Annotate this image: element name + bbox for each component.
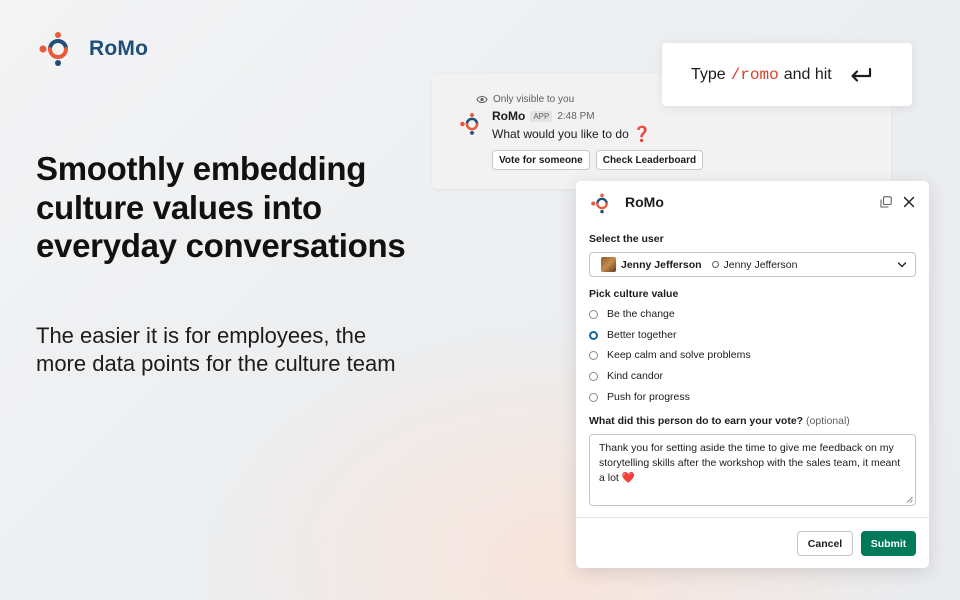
close-button[interactable] (901, 194, 917, 210)
user-select[interactable]: Jenny Jefferson Jenny Jefferson (589, 252, 916, 277)
radio-button[interactable] (589, 350, 598, 360)
radio-button-checked[interactable] (589, 330, 598, 340)
culture-value-label: Pick culture value (589, 288, 679, 300)
selected-user-display: Jenny Jefferson (723, 258, 798, 271)
message-sender[interactable]: RoMo (492, 109, 525, 123)
radio-button[interactable] (589, 392, 598, 402)
command-hint-card: Type /romo and hit (662, 43, 912, 106)
message-body: What would you like to do (492, 127, 629, 141)
selected-user-name: Jenny Jefferson (621, 258, 702, 271)
romo-logo-icon (39, 32, 68, 66)
culture-option-label: Keep calm and solve problems (607, 349, 751, 361)
question-mark-icon: ❓ (632, 126, 652, 143)
close-icon (903, 196, 915, 208)
reason-label-text: What did this person do to earn your vot… (589, 415, 804, 427)
message-text: What would you like to do ❓ (492, 125, 651, 143)
eye-icon (476, 96, 488, 103)
brand: RoMo (36, 31, 148, 67)
romo-logo-icon (591, 193, 608, 214)
enter-return-icon (851, 67, 871, 82)
chevron-down-icon (897, 262, 907, 268)
hero-headline: Smoothly embedding culture values into e… (36, 150, 406, 264)
hint-command: /romo (730, 65, 779, 84)
hint-suffix: and hit (783, 65, 832, 83)
optional-tag: (optional) (806, 415, 850, 427)
message-header: RoMo APP 2:48 PM (492, 109, 595, 123)
culture-option[interactable]: Kind candor (589, 370, 663, 382)
visibility-text: Only visible to you (493, 94, 575, 105)
popout-button[interactable] (878, 194, 894, 210)
radio-button[interactable] (589, 309, 598, 319)
submit-button[interactable]: Submit (861, 531, 916, 556)
culture-option-label: Push for progress (607, 391, 690, 403)
select-user-label: Select the user (589, 233, 664, 245)
culture-option-label: Kind candor (607, 370, 664, 382)
check-leaderboard-button[interactable]: Check Leaderboard (595, 150, 704, 170)
resize-grip-icon[interactable] (906, 496, 913, 503)
vote-for-someone-button[interactable]: Vote for someone (492, 150, 590, 170)
culture-option[interactable]: Be the change (589, 308, 675, 320)
hint-prefix: Type (691, 65, 726, 83)
culture-option-selected[interactable]: Better together (589, 329, 676, 341)
message-actions: Vote for someone Check Leaderboard (492, 150, 704, 170)
heart-icon: ❤️ (621, 472, 635, 484)
romo-vote-modal: RoMo Select the user Jenny Jefferson Jen… (576, 181, 929, 568)
culture-option-label: Be the change (607, 308, 675, 320)
culture-option-label: Better together (607, 329, 677, 341)
message-time[interactable]: 2:48 PM (557, 111, 594, 122)
reason-label: What did this person do to earn your vot… (589, 415, 850, 427)
reason-textarea[interactable]: Thank you for setting aside the time to … (589, 434, 916, 506)
cancel-button[interactable]: Cancel (797, 531, 853, 556)
modal-footer-divider (576, 517, 929, 518)
culture-option[interactable]: Keep calm and solve problems (589, 349, 751, 361)
popout-icon (880, 196, 892, 208)
hero-subtext: The easier it is for employees, the more… (36, 323, 396, 376)
presence-icon (711, 261, 719, 268)
culture-option[interactable]: Push for progress (589, 391, 690, 403)
app-badge: APP (530, 110, 553, 122)
visibility-note: Only visible to you (476, 94, 574, 105)
reason-text: Thank you for setting aside the time to … (599, 442, 901, 484)
user-avatar (601, 257, 616, 272)
radio-button[interactable] (589, 371, 598, 381)
modal-title: RoMo (625, 194, 664, 210)
romo-avatar-icon (460, 113, 479, 135)
brand-name: RoMo (89, 37, 149, 60)
